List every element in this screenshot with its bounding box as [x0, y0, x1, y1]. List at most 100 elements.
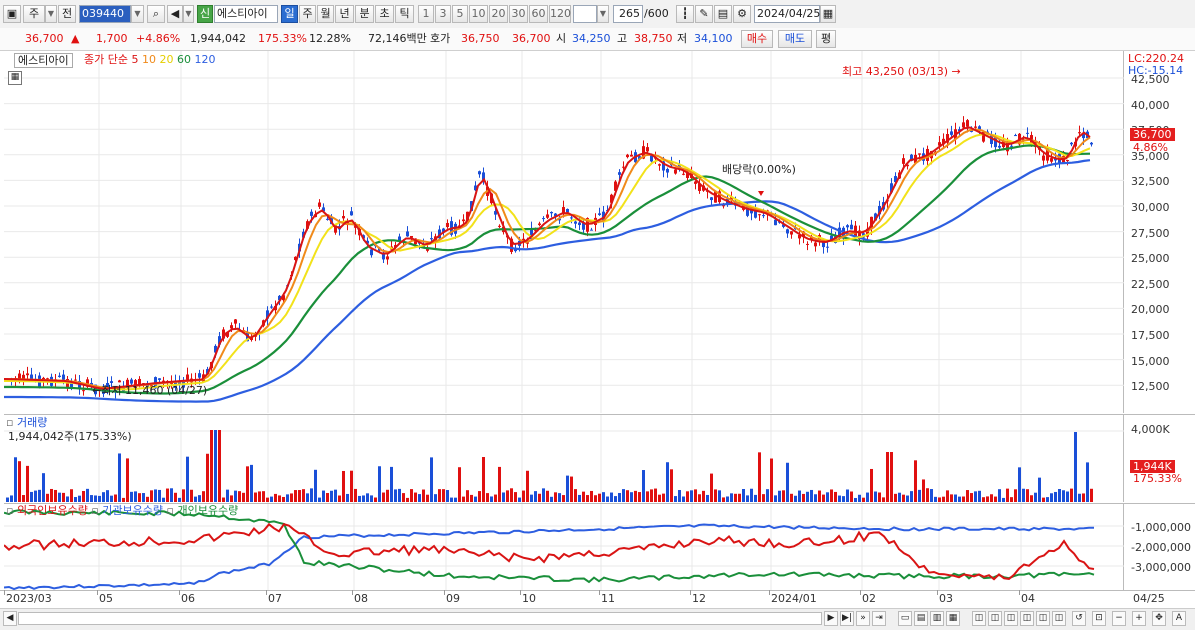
layout-3-icon[interactable]: ◫: [1004, 611, 1018, 626]
chart-scrollbar[interactable]: ◀ ▶ ▶| » ⇥ ▭ ▤ ▥ ▦ ◫ ◫ ◫ ◫ ◫ ◫ ↺ ⊡ − + ✥…: [0, 608, 1195, 630]
holdings-tick-1: -1,000,000: [1131, 521, 1191, 534]
layout-5-icon[interactable]: ◫: [1036, 611, 1050, 626]
x-axis-label: 11: [601, 592, 615, 605]
low-label: 저: [677, 32, 688, 45]
interval-20[interactable]: 20: [489, 5, 508, 23]
interval-10[interactable]: 10: [469, 5, 488, 23]
view-1-icon[interactable]: ▭: [898, 611, 912, 626]
change-percent: +4.86%: [136, 32, 181, 45]
layout-4-icon[interactable]: ◫: [1020, 611, 1034, 626]
layout-1-icon[interactable]: ◫: [972, 611, 986, 626]
x-axis-label: 10: [522, 592, 536, 605]
layout-6-icon[interactable]: ◫: [1052, 611, 1066, 626]
interval-60[interactable]: 60: [529, 5, 548, 23]
chevron-down-icon[interactable]: ▼: [45, 5, 57, 23]
candle-body: [630, 154, 633, 157]
stock-name-field[interactable]: 에스티아이: [214, 5, 278, 23]
font-size-icon[interactable]: A: [1172, 611, 1186, 626]
volume-bar: [814, 494, 817, 502]
volume-bar: [402, 493, 405, 502]
interval-30[interactable]: 30: [509, 5, 528, 23]
ask-price: 36,750: [461, 32, 500, 45]
candle-body: [58, 375, 61, 377]
period-week[interactable]: 주: [299, 5, 316, 23]
volume-bar: [22, 495, 25, 502]
gear-icon[interactable]: ⚙: [733, 5, 751, 23]
grid-toggle-icon[interactable]: ▦: [8, 71, 22, 85]
scroll-latest-icon[interactable]: ⇥: [872, 611, 886, 626]
scroll-track[interactable]: [18, 612, 822, 625]
prev-button[interactable]: 전: [58, 5, 76, 23]
volume-bar: [850, 491, 853, 502]
price-pane[interactable]: [4, 51, 1124, 413]
scroll-right-icon[interactable]: ▶: [824, 611, 838, 626]
volume-bar: [162, 497, 165, 502]
search-icon[interactable]: ⌕: [147, 5, 165, 23]
sell-button[interactable]: 매도: [778, 30, 812, 48]
view-2-icon[interactable]: ▤: [914, 611, 928, 626]
interval-3[interactable]: 3: [435, 5, 451, 23]
count-input[interactable]: 265: [613, 5, 643, 23]
candle-body: [430, 238, 433, 240]
volume-bar: [426, 494, 429, 502]
volume-bar: [302, 489, 305, 502]
stock-code-input[interactable]: 039440: [79, 5, 131, 23]
save-icon[interactable]: ▤: [714, 5, 732, 23]
scroll-fast-icon[interactable]: »: [856, 611, 870, 626]
volume-pane[interactable]: [4, 414, 1124, 503]
volume-bar: [146, 496, 149, 502]
period-year[interactable]: 년: [335, 5, 354, 23]
scroll-left-icon[interactable]: ◀: [3, 611, 17, 626]
period-tick[interactable]: 틱: [395, 5, 414, 23]
candle-body: [546, 214, 549, 218]
fit-icon[interactable]: ⊡: [1092, 611, 1106, 626]
period-day[interactable]: 일: [281, 5, 298, 23]
volume-bar: [366, 493, 369, 502]
draw-icon[interactable]: ✎: [695, 5, 713, 23]
candle-body: [186, 374, 189, 380]
volume-bar: [662, 493, 665, 502]
ask-label: 호가: [430, 32, 451, 45]
volume-bar: [378, 466, 381, 502]
interval-custom-input[interactable]: [573, 5, 597, 23]
candle-body: [918, 153, 921, 155]
volume-bar: [550, 496, 553, 502]
volume-bar: [310, 488, 313, 502]
volume-bar: [306, 493, 309, 502]
scroll-end-icon[interactable]: ▶|: [840, 611, 854, 626]
candle-body: [118, 380, 121, 383]
period-minute[interactable]: 분: [355, 5, 374, 23]
view-4-icon[interactable]: ▦: [946, 611, 960, 626]
interval-dropdown-icon[interactable]: ▼: [597, 5, 609, 23]
avg-button[interactable]: 평: [816, 30, 836, 48]
chart-type-icon[interactable]: ▣: [3, 5, 21, 23]
stock-tab[interactable]: 에스티아이: [14, 53, 73, 68]
volume-bar: [862, 497, 865, 502]
layout-2-icon[interactable]: ◫: [988, 611, 1002, 626]
period-second[interactable]: 초: [375, 5, 394, 23]
buy-button[interactable]: 매수: [741, 30, 773, 48]
candle-body: [570, 217, 573, 219]
speaker-dropdown-icon[interactable]: ▼: [183, 5, 194, 23]
volume-bar: [126, 458, 129, 502]
zoom-in-icon[interactable]: +: [1132, 611, 1146, 626]
move-icon[interactable]: ✥: [1152, 611, 1166, 626]
code-dropdown-icon[interactable]: ▼: [131, 5, 144, 23]
mode-button[interactable]: 주: [23, 5, 45, 23]
view-3-icon[interactable]: ▥: [930, 611, 944, 626]
x-axis-tickmark: [937, 590, 938, 595]
candle-icon[interactable]: ┇: [676, 5, 694, 23]
period-month[interactable]: 월: [317, 5, 334, 23]
zoom-out-icon[interactable]: −: [1112, 611, 1126, 626]
x-axis-label: 2023/03: [6, 592, 52, 605]
interval-5[interactable]: 5: [452, 5, 468, 23]
interval-120[interactable]: 120: [549, 5, 571, 23]
interval-1[interactable]: 1: [418, 5, 434, 23]
volume-bar: [210, 430, 213, 502]
reset-zoom-icon[interactable]: ↺: [1072, 611, 1086, 626]
speaker-icon[interactable]: ◀: [167, 5, 183, 23]
calendar-icon[interactable]: ▦: [820, 5, 836, 23]
date-input[interactable]: 2024/04/25: [754, 5, 820, 23]
volume-bar: [746, 495, 749, 502]
volume-bar: [874, 491, 877, 502]
